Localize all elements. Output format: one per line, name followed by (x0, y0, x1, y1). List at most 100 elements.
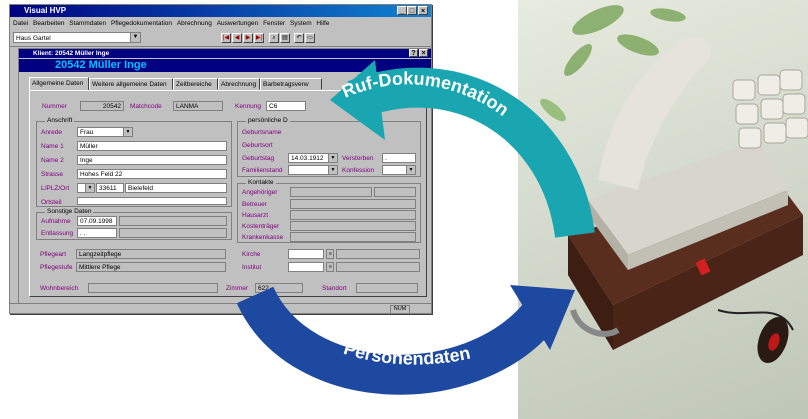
tab-weitere-allgemeine-daten[interactable]: Weitere allgemeine Daten (89, 78, 173, 90)
undo-icon[interactable]: ↶ (294, 33, 304, 43)
familienstand-select[interactable]: ▼ (288, 165, 338, 175)
geburtstag-value: 14.03.1912 (291, 155, 324, 162)
prev-record-icon[interactable]: ◀ (232, 33, 242, 43)
standort-field[interactable] (356, 283, 418, 293)
tab-allgemeine-daten[interactable]: Allgemeine Daten (29, 77, 89, 91)
persoenlich-title: persönliche D (246, 117, 290, 124)
first-record-icon[interactable]: |◀ (221, 33, 231, 43)
maximize-icon[interactable]: □ (407, 6, 417, 15)
zimmer-label: Zimmer (226, 285, 249, 292)
hausarzt-field[interactable] (290, 210, 416, 220)
name2-field[interactable]: Inge (77, 155, 227, 165)
home-select-value: Haus Gartel (16, 35, 51, 42)
pflegestufe-label: Pflegestufe (40, 264, 73, 271)
konfession-select[interactable]: ▼ (382, 165, 416, 175)
plz-label: L/PLZ/Ort (41, 185, 70, 192)
angehoeriger-label: Angehöriger (242, 189, 278, 196)
tab-abrechnung[interactable]: Abrechnung (218, 78, 260, 90)
hausarzt-label: Hausarzt (242, 212, 269, 219)
name2-label: Name 2 (41, 157, 64, 164)
kirche-lookup-icon[interactable]: ≡ (326, 249, 334, 259)
menu-fenster[interactable]: Fenster (263, 20, 285, 27)
client-header: 20542 Müller Inge (19, 59, 431, 72)
aufnahme-extra-field (119, 216, 227, 226)
close-icon[interactable]: × (419, 49, 428, 57)
chevron-down-icon[interactable]: ▼ (406, 166, 415, 174)
help-icon[interactable]: ? (409, 49, 418, 57)
entlassung-field[interactable]: . . (77, 228, 117, 238)
anschrift-title: Anschrift (45, 117, 75, 124)
menu-system[interactable]: System (290, 20, 312, 27)
client-titlebar: Klient: 20542 Müller Inge ? × (19, 49, 431, 58)
kirche-field[interactable] (288, 249, 324, 259)
aufnahme-field[interactable]: 07.09.1998 (77, 216, 117, 226)
pflegestufe-field[interactable]: Mittlere Pflege (76, 262, 226, 272)
strasse-field[interactable]: Hohes Feld 22 (77, 169, 227, 179)
betreuer-field[interactable] (290, 199, 416, 209)
next-record-icon[interactable]: ▶ (243, 33, 253, 43)
kostentraeger-field[interactable] (290, 221, 416, 231)
krankenkasse-field[interactable] (290, 232, 416, 242)
matchcode-field[interactable]: LANMA (173, 101, 223, 111)
num-lock-indicator: NUM (390, 305, 410, 314)
client-window: Klient: 20542 Müller Inge ? × 20542 Müll… (18, 48, 432, 308)
menu-auswertungen[interactable]: Auswertungen (217, 20, 259, 27)
menu-datei[interactable]: Datei (13, 20, 28, 27)
sonstige-title: Sonstige Daten (45, 208, 94, 215)
nummer-field[interactable]: 20542 (80, 101, 124, 111)
close-icon[interactable]: × (418, 6, 428, 15)
institut-label: Institut (242, 264, 262, 271)
print-icon[interactable]: ▭ (305, 33, 315, 43)
search-icon[interactable]: ⌕ (269, 33, 279, 43)
ortsteil-field[interactable] (77, 197, 227, 205)
persoenlich-group: persönliche D Geburtsname Geburtsort Geb… (237, 117, 421, 177)
chevron-down-icon[interactable]: ▼ (85, 184, 94, 192)
pflegeart-field[interactable]: Langzeitpflege (76, 249, 226, 259)
app-titlebar: Visual HVP _ □ × (10, 5, 431, 17)
personendaten-text: Personendaten (341, 338, 472, 368)
konfession-label: Konfession (342, 167, 375, 174)
chevron-down-icon[interactable]: ▼ (123, 128, 132, 136)
menu-stammdaten[interactable]: Stammdaten (69, 20, 106, 27)
home-select[interactable]: Haus Gartel ▼ (13, 32, 141, 43)
institut-lookup-icon[interactable]: ≡ (326, 262, 334, 272)
chevron-down-icon[interactable]: ▼ (130, 33, 140, 42)
anrede-label: Anrede (41, 129, 62, 136)
last-record-icon[interactable]: ▶| (254, 33, 264, 43)
name1-field[interactable]: Müller (77, 141, 227, 151)
tab-barbetragsverwaltung[interactable]: Barbetragsverw (260, 78, 322, 90)
menu-bearbeiten[interactable]: Bearbeiten (33, 20, 64, 27)
kennung-field[interactable]: C6 (266, 101, 306, 111)
matchcode-label: Matchcode (130, 103, 162, 110)
menu-pflegedokumentation[interactable]: Pflegedokumentation (111, 20, 172, 27)
menu-abrechnung[interactable]: Abrechnung (177, 20, 212, 27)
zimmer-field[interactable]: 622 (255, 283, 303, 293)
save-icon[interactable]: ▤ (280, 33, 290, 43)
chevron-down-icon[interactable]: ▼ (328, 166, 337, 174)
toolbar: Haus Gartel ▼ |◀ ◀ ▶ ▶| ⌕ ▤ ↶ ▭ (10, 30, 431, 47)
betreuer-label: Betreuer (242, 201, 267, 208)
wohnbereich-label: Wohnbereich (40, 285, 79, 292)
institut-field[interactable] (288, 262, 324, 272)
familienstand-label: Familienstand (242, 167, 283, 174)
client-header-title: 20542 Müller Inge (55, 59, 147, 71)
angehoeriger-field[interactable] (290, 187, 372, 197)
name1-label: Name 1 (41, 143, 64, 150)
aufnahme-label: Aufnahme (41, 218, 71, 225)
chevron-down-icon[interactable]: ▼ (328, 154, 337, 162)
plz-field[interactable]: 33611 (96, 183, 124, 193)
anrede-select[interactable]: Frau ▼ (77, 127, 133, 137)
land-select[interactable]: ▼ (77, 183, 95, 193)
institut-name-field (336, 262, 420, 272)
call-device-illustration (540, 5, 808, 364)
geburtstag-field[interactable]: 14.03.1912 ▼ (288, 153, 338, 163)
krankenkasse-label: Krankenkasse (242, 234, 284, 241)
ort-field[interactable]: Bielefeld (125, 183, 227, 193)
geburtstag-label: Geburtstag (242, 155, 275, 162)
menu-hilfe[interactable]: Hilfe (316, 20, 329, 27)
wohnbereich-field[interactable] (88, 283, 218, 293)
kontakte-title: Kontakte (246, 179, 276, 186)
verstorben-field[interactable]: . (382, 153, 416, 163)
minimize-icon[interactable]: _ (397, 6, 407, 15)
tab-zeitbereiche[interactable]: Zeitbereiche (173, 78, 218, 90)
